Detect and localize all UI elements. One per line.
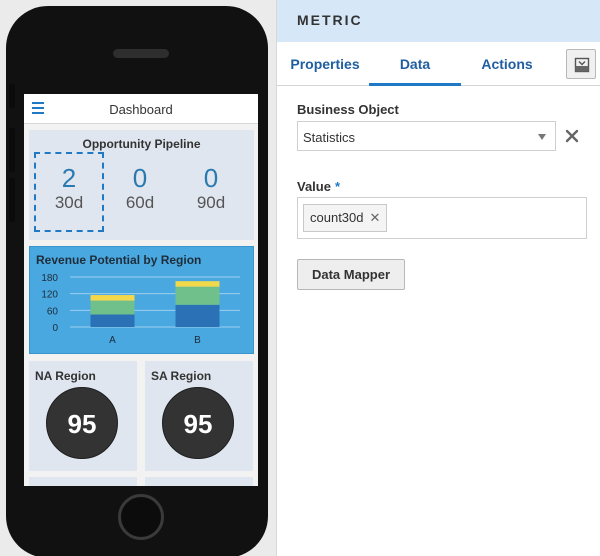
y-tick-label: 120 (41, 290, 58, 301)
clear-icon[interactable] (564, 128, 580, 144)
region-value: 95 (67, 409, 97, 439)
metric-value: 0 (132, 163, 148, 193)
panel-toggle-button[interactable] (566, 49, 596, 79)
partial-tile (145, 477, 253, 486)
value-label-text: Value (297, 179, 331, 194)
tab-properties[interactable]: Properties (279, 42, 371, 86)
phone-screen: Dashboard Opportunity Pipeline 2 30d 0 6… (24, 94, 258, 486)
region-gauge: 95 (46, 387, 118, 459)
business-object-select[interactable]: Statistics (297, 121, 556, 151)
revenue-chart-tile[interactable]: Revenue Potential by Region 0 60 120 180 A B (29, 246, 254, 354)
na-region-tile[interactable]: NA Region 95 (29, 361, 137, 471)
phone-volume-down (9, 178, 15, 222)
opportunity-pipeline-tile[interactable]: Opportunity Pipeline 2 30d 0 60d 0 90d (29, 130, 254, 240)
required-mark: * (334, 179, 341, 194)
app-header-title: Dashboard (109, 102, 173, 117)
sa-region-tile[interactable]: SA Region 95 (145, 361, 253, 471)
tab-actions[interactable]: Actions (461, 42, 553, 86)
bar-segment (90, 314, 135, 327)
phone-frame: Dashboard Opportunity Pipeline 2 30d 0 6… (6, 6, 268, 556)
chart-title: Revenue Potential by Region (36, 253, 202, 267)
region-title: NA Region (35, 369, 96, 383)
bar-segment (175, 281, 220, 287)
panel-tabs: Properties Data Actions (277, 42, 600, 86)
metric-period: 90d (196, 193, 226, 212)
tab-data[interactable]: Data (369, 42, 461, 86)
metric-60d[interactable]: 0 60d (105, 152, 175, 232)
business-object-label: Business Object (297, 102, 399, 117)
caret-down-icon (538, 134, 546, 140)
value-input[interactable]: count30d ✕ (297, 197, 587, 239)
app-builder-stage: Dashboard Opportunity Pipeline 2 30d 0 6… (0, 0, 600, 556)
metric-90d[interactable]: 0 90d (176, 152, 246, 232)
region-title: SA Region (151, 369, 212, 383)
value-label: Value * (297, 179, 340, 194)
data-mapper-button[interactable]: Data Mapper (297, 259, 405, 290)
pipeline-title: Opportunity Pipeline (82, 137, 201, 151)
metric-value: 2 (61, 163, 77, 193)
region-value: 95 (183, 409, 213, 439)
metric-period: 60d (125, 193, 155, 212)
value-chip[interactable]: count30d ✕ (303, 204, 388, 232)
region-gauge: 95 (162, 387, 234, 459)
business-object-value: Statistics (303, 130, 356, 145)
phone-home-button (118, 494, 164, 540)
panel-header: METRIC (277, 0, 600, 42)
phone-speaker (113, 49, 169, 58)
x-tick-label: B (194, 335, 201, 346)
bar-segment (175, 304, 220, 327)
bar-segment (90, 295, 135, 301)
metric-period: 30d (54, 193, 84, 212)
metric-value: 0 (203, 163, 219, 193)
revenue-bar-chart: 0 60 120 180 A B (41, 273, 240, 346)
value-chip-label: count30d (310, 210, 364, 225)
panel-toggle-icon (574, 57, 590, 73)
bar-segment (90, 300, 135, 315)
y-tick-label: 0 (52, 323, 58, 334)
property-panel: METRIC Properties Data Actions Business … (276, 0, 600, 556)
phone-volume-up (9, 128, 15, 172)
y-tick-label: 180 (41, 273, 58, 284)
chip-remove-icon[interactable]: ✕ (370, 205, 381, 231)
phone-mute-switch (9, 84, 15, 108)
partial-tile (29, 477, 137, 486)
app-header: Dashboard (24, 94, 258, 124)
x-tick-label: A (109, 335, 116, 346)
metric-30d[interactable]: 2 30d (34, 152, 104, 232)
y-tick-label: 60 (47, 306, 59, 317)
bar-segment (175, 286, 220, 305)
